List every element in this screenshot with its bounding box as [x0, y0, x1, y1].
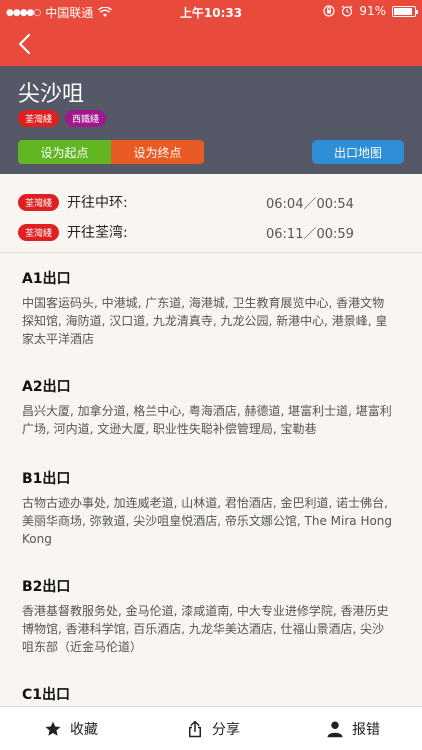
exit-title: A2出口	[22, 379, 71, 395]
station-header: 尖沙咀 荃灣綫 西鐵綫 设为起点 设为终点 出口地图	[0, 66, 422, 174]
exit-map-button[interactable]: 出口地图	[312, 140, 404, 164]
set-start-button[interactable]: 设为起点	[18, 140, 111, 164]
direction-label: 开往荃湾:	[67, 225, 128, 241]
bottom-tab-bar: 收藏 分享 报错	[0, 706, 422, 750]
exit-title: C1出口	[22, 687, 71, 703]
schedule-row: 荃灣綫 开往荃湾: 06:11／00:59	[18, 220, 408, 244]
exit-section: B1出口 古物古迹办事处, 加连威老道, 山林道, 君怡酒店, 金巴利道, 诺士…	[22, 468, 394, 548]
exit-title: A1出口	[22, 271, 71, 287]
nav-bar	[0, 22, 422, 66]
back-button[interactable]	[10, 28, 42, 60]
share-label: 分享	[212, 722, 240, 738]
user-icon	[327, 721, 343, 738]
station-name: 尖沙咀	[18, 82, 85, 107]
star-icon	[45, 721, 61, 736]
line-tag-tsuen-wan: 荃灣綫	[18, 110, 60, 127]
exit-section: C1出口	[22, 684, 394, 704]
exit-section: A2出口 昌兴大厦, 加拿分道, 格兰中心, 粤海酒店, 赫德道, 堪富利士道,…	[22, 376, 394, 438]
exit-destinations: 古物古迹办事处, 加连威老道, 山林道, 君怡酒店, 金巴利道, 诺士佛台, 美…	[22, 496, 393, 546]
share-tab[interactable]: 分享	[186, 707, 240, 750]
share-icon	[189, 720, 201, 738]
exit-destinations: 昌兴大厦, 加拿分道, 格兰中心, 粤海酒店, 赫德道, 堪富利士道, 堪富利广…	[22, 404, 392, 436]
battery-percent: 91%	[359, 4, 386, 18]
line-badge: 荃灣綫	[18, 223, 60, 241]
battery-icon	[392, 5, 418, 17]
alarm-icon	[341, 5, 353, 17]
report-tab[interactable]: 报错	[326, 707, 380, 750]
status-bar: ●●●●○ 中国联通 上午10:33 91%	[0, 0, 422, 22]
line-tag-west-rail: 西鐵綫	[65, 110, 107, 127]
schedule-row: 荃灣綫 开往中环: 06:04／00:54	[18, 190, 408, 214]
direction-label: 开往中环:	[67, 195, 128, 211]
report-label: 报错	[352, 722, 380, 738]
favorite-label: 收藏	[70, 722, 98, 738]
exit-destinations: 中国客运码头, 中港城, 广东道, 海港城, 卫生教育展览中心, 香港文物探知馆…	[22, 296, 388, 346]
favorite-tab[interactable]: 收藏	[44, 707, 98, 750]
set-end-button[interactable]: 设为终点	[111, 140, 204, 164]
exit-destinations: 香港基督教服务处, 金马伦道, 漆咸道南, 中大专业进修学院, 香港历史博物馆,…	[22, 604, 389, 654]
divider	[0, 252, 422, 253]
first-last-train-times: 06:11／00:59	[266, 226, 354, 242]
rotation-lock-icon	[323, 5, 335, 17]
exit-title: B1出口	[22, 471, 71, 487]
exit-section: A1出口 中国客运码头, 中港城, 广东道, 海港城, 卫生教育展览中心, 香港…	[22, 268, 394, 348]
line-badge: 荃灣綫	[18, 193, 60, 211]
first-last-train-times: 06:04／00:54	[266, 196, 354, 212]
exit-section: B2出口 香港基督教服务处, 金马伦道, 漆咸道南, 中大专业进修学院, 香港历…	[22, 576, 394, 656]
exit-title: B2出口	[22, 579, 71, 595]
station-lines: 荃灣綫 西鐵綫	[18, 110, 107, 127]
back-arrow-icon	[18, 33, 31, 55]
station-content[interactable]: 荃灣綫 开往中环: 06:04／00:54 荃灣綫 开往荃湾: 06:11／00…	[0, 174, 422, 706]
